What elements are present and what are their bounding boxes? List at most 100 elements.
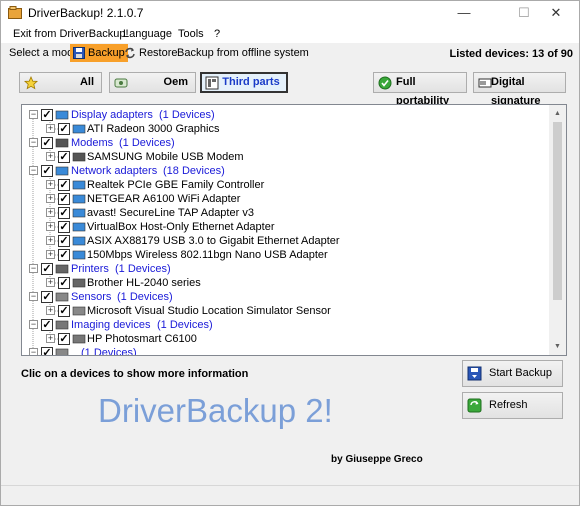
backup-mode-button[interactable]: Backup: [70, 44, 128, 62]
device-checkbox[interactable]: ✓: [58, 235, 70, 247]
tree-category-row[interactable]: − ✓ Display adapters (1 Devices): [22, 108, 550, 122]
device-checkbox[interactable]: ✓: [58, 151, 70, 163]
offline-mode-button[interactable]: Backup from offline system: [159, 44, 312, 62]
filter-all-button[interactable]: All: [19, 72, 102, 93]
close-button[interactable]: ✕: [533, 1, 579, 25]
minimize-button[interactable]: —: [441, 1, 487, 25]
device-checkbox[interactable]: ✓: [58, 207, 70, 219]
tree-category-row[interactable]: − ✓ Network adapters (18 Devices): [22, 164, 550, 178]
category-label: Imaging devices: [71, 319, 151, 331]
tree-device-row[interactable]: + ✓ Realtek PCIe GBE Family Controller: [22, 178, 550, 192]
collapse-toggle-icon[interactable]: −: [29, 166, 38, 175]
tree-device-row[interactable]: + ✓ HP Photosmart C6100: [22, 332, 550, 346]
collapse-toggle-icon[interactable]: −: [29, 138, 38, 147]
backup-mode-label: Backup: [88, 47, 125, 59]
device-checkbox[interactable]: ✓: [58, 249, 70, 261]
full-portability-button[interactable]: Full portability: [373, 72, 467, 107]
tree-device-row[interactable]: + ✓ ASIX AX88179 USB 3.0 to Gigabit Ethern…: [22, 234, 550, 248]
monitor-icon: [72, 124, 86, 134]
device-label: ASIX AX88179 USB 3.0 to Gigabit Ethernet…: [87, 235, 340, 247]
expand-toggle-icon[interactable]: +: [46, 208, 55, 217]
category-count: (1 Devices): [117, 291, 173, 303]
tree-category-row[interactable]: − ✓ Imaging devices (1 Devices): [22, 318, 550, 332]
tree-category-row[interactable]: − ✓ (1 Devices): [22, 346, 550, 356]
expand-toggle-icon[interactable]: +: [46, 124, 55, 133]
scroll-down-icon[interactable]: ▼: [549, 338, 566, 355]
expand-toggle-icon[interactable]: +: [46, 334, 55, 343]
menu-tools[interactable]: Tools: [178, 28, 204, 40]
tree-device-row[interactable]: + ✓ avast! SecureLine TAP Adapter v3: [22, 206, 550, 220]
sensor-icon: [72, 306, 86, 316]
tree-device-row[interactable]: + ✓ Brother HL-2040 series: [22, 276, 550, 290]
collapse-toggle-icon[interactable]: −: [29, 292, 38, 301]
filter-oem-button[interactable]: Oem: [109, 72, 196, 93]
expand-toggle-icon[interactable]: +: [46, 236, 55, 245]
scroll-up-icon[interactable]: ▲: [549, 105, 566, 122]
expand-toggle-icon[interactable]: +: [46, 222, 55, 231]
category-count: (1 Devices): [119, 137, 175, 149]
expand-toggle-icon[interactable]: +: [46, 152, 55, 161]
green-check-icon: [378, 76, 392, 90]
tree-device-row[interactable]: + ✓ VirtualBox Host-Only Ethernet Adapter: [22, 220, 550, 234]
category-label: Network adapters: [71, 165, 158, 177]
collapse-toggle-icon[interactable]: −: [29, 348, 38, 355]
network-icon: [72, 250, 86, 260]
menu-help[interactable]: ?: [214, 28, 220, 40]
camera-icon: [55, 320, 69, 330]
category-checkbox[interactable]: ✓: [41, 263, 53, 275]
expand-toggle-icon[interactable]: +: [46, 194, 55, 203]
menu-language[interactable]: Language: [123, 28, 172, 40]
tree-device-row[interactable]: + ✓ SAMSUNG Mobile USB Modem: [22, 150, 550, 164]
expand-toggle-icon[interactable]: +: [46, 306, 55, 315]
start-backup-label: Start Backup: [489, 367, 552, 379]
refresh-button[interactable]: Refresh: [462, 392, 563, 419]
modem-icon: [72, 152, 86, 162]
category-checkbox[interactable]: ✓: [41, 319, 53, 331]
category-checkbox[interactable]: ✓: [41, 109, 53, 121]
author-credit: by Giuseppe Greco: [331, 454, 423, 465]
expand-toggle-icon[interactable]: +: [46, 180, 55, 189]
tree-category-row[interactable]: − ✓ Sensors (1 Devices): [22, 290, 550, 304]
device-checkbox[interactable]: ✓: [58, 123, 70, 135]
collapse-toggle-icon[interactable]: −: [29, 320, 38, 329]
tree-category-row[interactable]: − ✓ Modems (1 Devices): [22, 136, 550, 150]
category-checkbox[interactable]: ✓: [41, 165, 53, 177]
device-label: NETGEAR A6100 WiFi Adapter: [87, 193, 241, 205]
device-label: ATI Radeon 3000 Graphics: [87, 123, 220, 135]
digital-signature-button[interactable]: Digital signature: [473, 72, 566, 107]
tree-device-row[interactable]: + ✓ Microsoft Visual Studio Location Simul…: [22, 304, 550, 318]
category-label: Display adapters: [71, 109, 153, 121]
device-checkbox[interactable]: ✓: [58, 305, 70, 317]
expand-toggle-icon[interactable]: +: [46, 278, 55, 287]
category-checkbox[interactable]: ✓: [41, 347, 53, 355]
vertical-scrollbar[interactable]: ▲ ▼: [549, 105, 566, 355]
monitor-icon: [55, 110, 69, 120]
scroll-thumb[interactable]: [553, 122, 562, 300]
printer-icon: [72, 278, 86, 288]
device-tree[interactable]: ▲ ▼ − ✓ Display adapters (1 Devices) + ✓ ATI R…: [21, 104, 567, 356]
tree-device-row[interactable]: + ✓ ATI Radeon 3000 Graphics: [22, 122, 550, 136]
tree-device-row[interactable]: + ✓ 150Mbps Wireless 802.11bgn Nano USB Ad…: [22, 248, 550, 262]
printer-icon: [55, 264, 69, 274]
category-checkbox[interactable]: ✓: [41, 291, 53, 303]
expand-toggle-icon[interactable]: +: [46, 250, 55, 259]
full-portability-label: Full portability: [396, 76, 450, 107]
brand-title: DriverBackup 2!: [98, 392, 333, 429]
category-checkbox[interactable]: ✓: [41, 137, 53, 149]
device-checkbox[interactable]: ✓: [58, 221, 70, 233]
device-checkbox[interactable]: ✓: [58, 193, 70, 205]
device-checkbox[interactable]: ✓: [58, 179, 70, 191]
filter-third-parts-button[interactable]: Third parts: [200, 72, 288, 93]
tree-device-row[interactable]: + ✓ NETGEAR A6100 WiFi Adapter: [22, 192, 550, 206]
collapse-toggle-icon[interactable]: −: [29, 110, 38, 119]
offline-mode-label: Backup from offline system: [177, 47, 309, 59]
device-checkbox[interactable]: ✓: [58, 277, 70, 289]
start-backup-button[interactable]: Start Backup: [462, 360, 563, 387]
star-icon: [24, 76, 38, 90]
collapse-toggle-icon[interactable]: −: [29, 264, 38, 273]
device-checkbox[interactable]: ✓: [58, 333, 70, 345]
device-label: HP Photosmart C6100: [87, 333, 197, 345]
menu-exit[interactable]: Exit from DriverBackup!: [13, 28, 129, 40]
category-count: (1 Devices): [81, 347, 137, 356]
tree-category-row[interactable]: − ✓ Printers (1 Devices): [22, 262, 550, 276]
